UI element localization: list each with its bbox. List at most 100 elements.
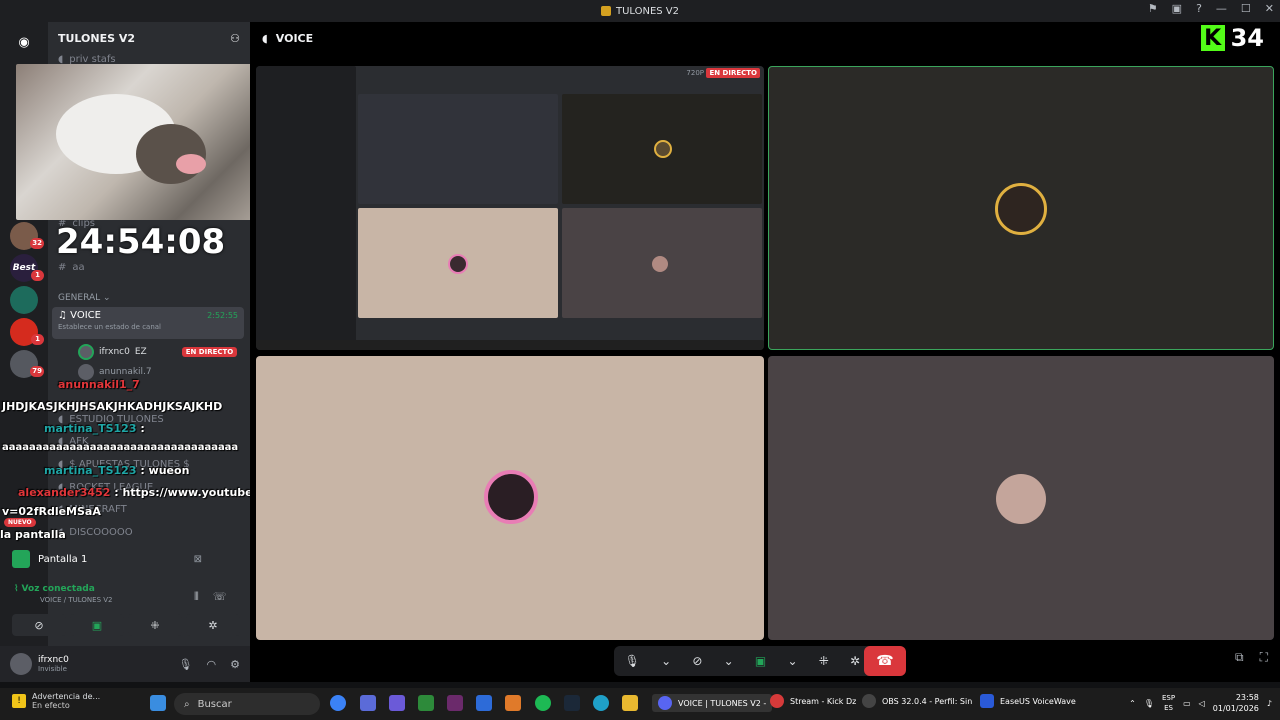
search-icon: ⌕ xyxy=(184,698,190,710)
chat-user: martina_TS123 xyxy=(44,464,137,477)
discord-home-icon[interactable]: ◉ xyxy=(10,28,38,56)
channel-status-prompt[interactable]: Establece un estado de canal xyxy=(58,323,238,331)
spotify-icon[interactable] xyxy=(535,695,551,711)
inbox-icon[interactable]: ▣ xyxy=(1172,2,1182,15)
taskbar-app-icon[interactable] xyxy=(476,695,492,711)
screen-share-item[interactable]: Pantalla 1 ⊠ xyxy=(12,548,202,570)
add-member-icon[interactable]: ⚇ xyxy=(230,32,240,45)
chat-text: : xyxy=(140,422,145,435)
help-icon[interactable]: ? xyxy=(1196,2,1202,15)
voice-status-text: Voz conectada xyxy=(21,584,95,594)
network-icon[interactable]: ▭ xyxy=(1183,699,1191,708)
screen-share-icon: ▣ xyxy=(91,618,103,632)
channel-disco[interactable]: ◖ DISCOOOOO xyxy=(58,527,133,538)
voice-connection-status: ⌇ Voz conectada VOICE / TULONES V2 xyxy=(14,584,113,604)
clock-date: 01/01/2026 xyxy=(1212,704,1259,713)
screen-share-icon[interactable]: ▣ xyxy=(755,654,766,668)
participant-avatar xyxy=(484,470,538,524)
camera-off-button[interactable]: ⊘ xyxy=(12,614,66,636)
activities-button[interactable]: ⁜ xyxy=(128,614,182,636)
taskbar-app-discord[interactable]: VOICE | TULONES V2 - xyxy=(652,694,773,712)
voice-connected-label[interactable]: ⌇ Voz conectada xyxy=(14,584,113,594)
taskbar-app-icon[interactable] xyxy=(447,695,463,711)
screen-share-icon xyxy=(12,550,30,568)
phone-hangup-icon: ☎ xyxy=(876,653,894,669)
notification-bell-icon[interactable]: ♪ xyxy=(1267,699,1272,708)
chat-user: alexander3452 xyxy=(18,486,111,499)
taskbar-app-kick[interactable]: Stream - Kick Dz xyxy=(770,694,856,708)
channel-label: aa xyxy=(72,262,85,273)
voice-user-ifrxnc0[interactable]: ifrxnc0 EZ EN DIRECTO xyxy=(78,344,238,360)
disconnect-icon[interactable]: ☏ xyxy=(213,590,227,604)
settings-gear-icon[interactable]: ⚙ xyxy=(230,658,240,671)
folder-icon[interactable] xyxy=(622,695,638,711)
volume-icon[interactable]: ◁ xyxy=(1199,699,1205,708)
taskbar-app-icon[interactable] xyxy=(418,695,434,711)
stream-clock: 24:54:08 xyxy=(56,222,226,262)
voice-channel-active[interactable]: ♫ VOICE 2:52:55 Establece un estado de c… xyxy=(52,307,244,339)
flag-icon[interactable]: ⚑ xyxy=(1148,2,1158,15)
soundboard-icon[interactable]: ✲ xyxy=(850,654,860,668)
category-general[interactable]: GENERAL ⌄ xyxy=(58,293,111,303)
taskbar-app-icon[interactable] xyxy=(330,695,346,711)
headphones-icon[interactable]: ◠ xyxy=(207,658,217,671)
activities-icon: ⁜ xyxy=(150,618,160,632)
microphone-icon[interactable]: 🎙︎ xyxy=(625,654,640,668)
voice-header: ◖ VOICE xyxy=(250,22,1280,54)
activities-icon[interactable]: ⁜ xyxy=(819,654,829,668)
participant-tile[interactable] xyxy=(768,356,1274,640)
chevron-down-icon[interactable]: ⌄ xyxy=(661,654,671,668)
user-info[interactable]: ifrxnc0 Invisible xyxy=(38,655,69,673)
chevron-up-icon[interactable]: ⌃ xyxy=(1129,699,1136,708)
maximize-icon[interactable]: ☐ xyxy=(1241,2,1251,15)
taskbar-app-icon[interactable] xyxy=(389,695,405,711)
system-clock[interactable]: 23:58 01/01/2026 xyxy=(1213,692,1259,714)
close-icon[interactable]: ✕ xyxy=(1265,2,1274,15)
hangup-button[interactable]: ☎ xyxy=(864,646,906,676)
taskbar-search[interactable]: ⌕ Buscar xyxy=(174,693,320,715)
chat-text: JHDJKASJKHJHSAKJHKADHJKSAJKHD xyxy=(2,400,223,413)
server-badge-4: 79 xyxy=(30,366,44,377)
voice-timer: 2:52:55 xyxy=(207,311,238,320)
app-label: OBS 32.0.4 - Perfil: Sin xyxy=(882,696,973,706)
microphone-icon[interactable]: 🎙︎ xyxy=(179,658,193,671)
participant-tile[interactable] xyxy=(256,356,764,640)
warning-icon: ! xyxy=(12,694,26,708)
taskbar-app-obs[interactable]: OBS 32.0.4 - Perfil: Sin xyxy=(862,694,972,708)
share-screen-button[interactable]: ▣ xyxy=(70,614,124,636)
noise-suppression-icon[interactable]: ⦀ xyxy=(194,590,199,604)
live-badge: EN DIRECTO xyxy=(706,68,760,78)
soundboard-button[interactable]: ✲ xyxy=(186,614,240,636)
nested-avatar-d xyxy=(652,256,668,272)
chevron-down-icon[interactable]: ⌄ xyxy=(787,654,797,668)
discord-icon xyxy=(658,696,672,710)
soundboard-icon: ✲ xyxy=(208,618,218,632)
chat-line: aaaaaaaaaaaaaaaaaaaaaaaaaaaaaaaaaaa xyxy=(2,442,238,453)
server-icon-3[interactable] xyxy=(10,286,38,314)
microphone-icon[interactable]: 🎙︎ xyxy=(1144,699,1154,708)
popout-icon[interactable]: ⧉ xyxy=(1235,650,1244,665)
camera-off-icon[interactable]: ⊘ xyxy=(692,654,702,668)
screen-share-tile[interactable]: 720P EN DIRECTO xyxy=(256,66,764,350)
fullscreen-icon[interactable]: ⛶ xyxy=(1260,650,1268,665)
voice-user-tag: EZ xyxy=(134,347,147,357)
edge-icon[interactable] xyxy=(593,695,609,711)
avatar xyxy=(78,344,94,360)
language-indicator[interactable]: ESP ES xyxy=(1162,693,1175,713)
windows-start-icon[interactable] xyxy=(150,695,166,711)
taskbar-warning-widget[interactable]: ! Advertencia de... En efecto xyxy=(12,692,100,710)
channel-aa[interactable]: # aa xyxy=(58,262,85,273)
taskbar-app-easeus[interactable]: EaseUS VoiceWave xyxy=(980,694,1076,708)
server-header[interactable]: TULONES V2 ⚇ xyxy=(48,22,250,54)
minimize-icon[interactable]: — xyxy=(1216,2,1227,15)
voice-user-name: anunnakil.7 xyxy=(99,367,152,377)
steam-icon[interactable] xyxy=(564,695,580,711)
title-bar: TULONES V2 ⚑ ▣ ? — ☐ ✕ xyxy=(0,0,1280,22)
speaker-icon: ◖ xyxy=(262,31,268,45)
participant-tile-speaking[interactable] xyxy=(768,66,1274,350)
chevron-down-icon[interactable]: ⌄ xyxy=(724,654,734,668)
close-share-icon[interactable]: ⊠ xyxy=(194,554,202,565)
taskbar-app-icon[interactable] xyxy=(360,695,376,711)
avatar[interactable] xyxy=(10,653,32,675)
taskbar-app-icon[interactable] xyxy=(505,695,521,711)
